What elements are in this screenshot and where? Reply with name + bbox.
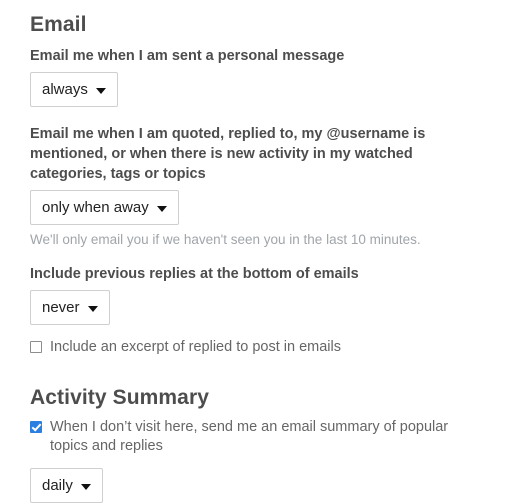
previous-replies-label: Include previous replies at the bottom o… bbox=[30, 266, 359, 282]
chevron-down-icon bbox=[95, 87, 106, 94]
personal-message-select[interactable]: always bbox=[30, 72, 118, 107]
excerpt-checkbox-row[interactable]: Include an excerpt of replied to post in… bbox=[30, 338, 485, 357]
mentions-helper-text: We'll only email you if we haven't seen … bbox=[30, 232, 421, 247]
chevron-down-icon bbox=[80, 483, 91, 490]
email-preferences-page: Email Email me when I am sent a personal… bbox=[0, 0, 522, 503]
summary-frequency-select[interactable]: daily bbox=[30, 468, 103, 503]
mentions-select-value: only when away bbox=[42, 199, 149, 216]
summary-checkbox-label[interactable]: When I don’t visit here, send me an emai… bbox=[50, 418, 485, 456]
summary-checkbox-row[interactable]: When I don’t visit here, send me an emai… bbox=[30, 418, 485, 456]
excerpt-checkbox-label[interactable]: Include an excerpt of replied to post in… bbox=[50, 338, 341, 357]
mentions-select[interactable]: only when away bbox=[30, 190, 179, 225]
excerpt-checkbox[interactable] bbox=[30, 341, 42, 353]
summary-checkbox[interactable] bbox=[30, 421, 42, 433]
email-section-title: Email bbox=[30, 13, 87, 36]
summary-frequency-select-value: daily bbox=[42, 477, 73, 494]
activity-summary-section-title: Activity Summary bbox=[30, 386, 210, 409]
previous-replies-select-value: never bbox=[42, 299, 80, 316]
personal-message-select-value: always bbox=[42, 81, 88, 98]
personal-message-label: Email me when I am sent a personal messa… bbox=[30, 48, 345, 64]
mentions-label: Email me when I am quoted, replied to, m… bbox=[30, 126, 426, 182]
previous-replies-select[interactable]: never bbox=[30, 290, 110, 325]
chevron-down-icon bbox=[87, 305, 98, 312]
chevron-down-icon bbox=[156, 205, 167, 212]
